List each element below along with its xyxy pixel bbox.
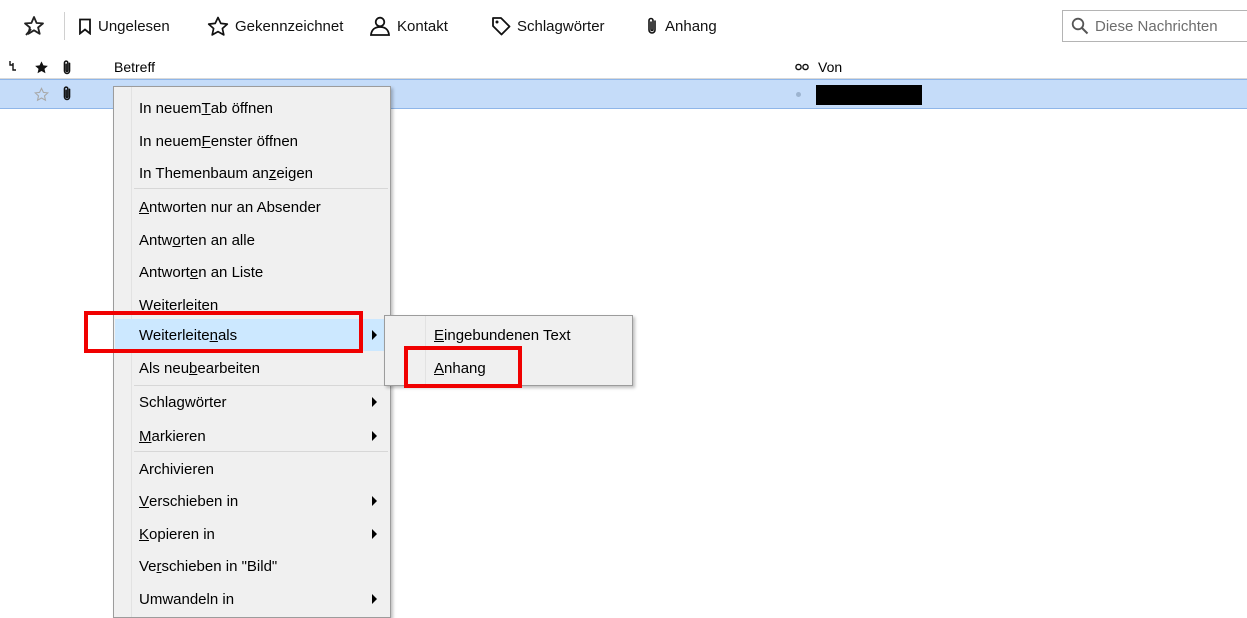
redacted-sender [816,85,922,105]
from-column-header[interactable]: Von [818,58,842,76]
menu-item-move-to[interactable]: Verschieben in [115,485,389,517]
menu-item-archive[interactable]: Archivieren [115,453,389,485]
message-list-header: Betreff Von [0,56,1247,79]
filter-attachment-label: Anhang [665,17,717,35]
star-column-icon[interactable] [34,58,49,76]
menu-item-open-in-new-window[interactable]: In neuem Fenster öffnen [115,125,389,157]
menu-item-reply-sender[interactable]: Antworten nur an Absender [115,191,389,223]
pin-icon[interactable] [22,14,46,38]
menu-item-show-in-thread[interactable]: In Themenbaum an z eigen [115,157,389,189]
message-toolbar: Ungelesen Gekennzeichnet Kontakt Schlagw… [0,0,1247,56]
filter-tags-label: Schlagwörter [517,17,605,35]
star-outline-icon [207,16,229,36]
read-status-dot[interactable] [796,92,801,97]
submenu-arrow-icon [372,431,377,441]
submenu-arrow-icon [372,397,377,407]
filter-unread-button[interactable]: Ungelesen [78,12,170,40]
menu-item-copy-to[interactable]: Kopieren in [115,518,389,550]
search-placeholder: Diese Nachrichten [1095,17,1218,35]
filter-starred-button[interactable]: Gekennzeichnet [207,12,343,40]
menu-item-reply-all[interactable]: Antw o rten an alle [115,224,389,256]
attachment-column-icon[interactable] [61,58,73,76]
filter-tags-button[interactable]: Schlagwörter [491,12,605,40]
submenu-arrow-icon [372,330,377,340]
correspondent-column-icon [795,58,809,76]
bookmark-icon [79,18,91,35]
quick-filter-search-input[interactable]: Diese Nachrichten [1062,10,1247,42]
filter-contact-button[interactable]: Kontakt [369,12,448,40]
paperclip-icon [648,17,656,34]
thread-column-icon[interactable] [8,58,20,76]
search-icon [1071,17,1089,35]
menu-item-tags[interactable]: Schla g wörter [115,386,389,418]
menu-item-convert-to[interactable]: Umwandeln in [115,583,389,615]
menu-item-open-in-new-tab[interactable]: In neuem Tab öffnen [115,92,389,124]
annotation-highlight-forward-as [84,311,363,353]
filter-attachment-button[interactable]: Anhang [645,12,717,40]
filter-starred-label: Gekennzeichnet [235,17,344,35]
submenu-arrow-icon [372,529,377,539]
filter-unread-label: Ungelesen [98,17,170,35]
submenu-arrow-icon [372,496,377,506]
tag-icon [492,17,511,36]
menu-item-reply-list[interactable]: Antwort e n an Liste [115,256,389,288]
annotation-highlight-attachment [404,346,522,388]
menu-item-move-to-bild[interactable]: Ve r schieben in "Bild" [115,550,389,582]
star-outline-icon[interactable] [34,87,49,102]
toolbar-separator [64,12,65,40]
contact-icon [370,16,390,36]
menu-separator [134,451,388,452]
menu-item-edit-as-new[interactable]: Als neu b earbeiten [115,352,389,384]
menu-separator [134,188,388,189]
menu-item-mark[interactable]: Markieren [115,420,389,452]
filter-contact-label: Kontakt [397,17,448,35]
paperclip-icon [63,86,71,101]
subject-column-header[interactable]: Betreff [114,58,155,76]
